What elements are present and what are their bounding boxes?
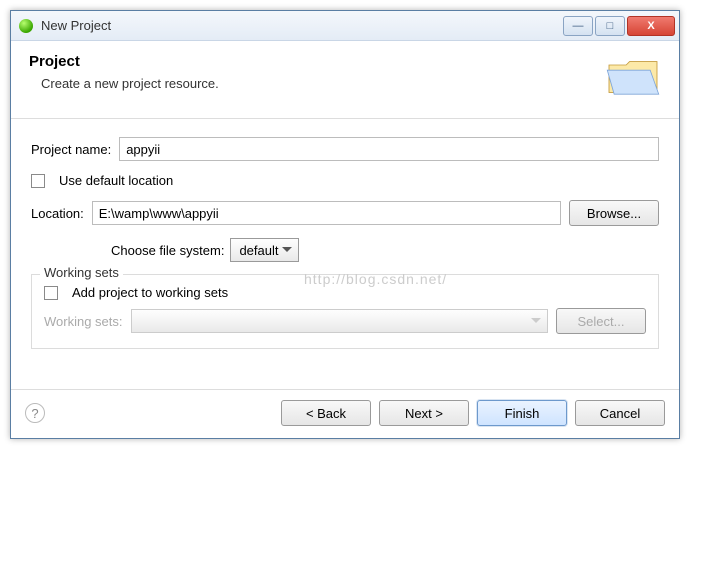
dialog-header: Project Create a new project resource.: [11, 41, 679, 118]
project-name-input[interactable]: [119, 137, 659, 161]
location-label: Location:: [31, 206, 84, 221]
cancel-button[interactable]: Cancel: [575, 400, 665, 426]
working-sets-label: Working sets:: [44, 314, 123, 329]
working-sets-fieldset: http://blog.csdn.net/ Working sets Add p…: [31, 274, 659, 349]
add-to-working-sets-checkbox[interactable]: [44, 286, 58, 300]
back-button[interactable]: < Back: [281, 400, 371, 426]
select-working-sets-button: Select...: [556, 308, 646, 334]
page-title: Project: [29, 53, 593, 70]
minimize-button[interactable]: —: [563, 16, 593, 36]
choose-fs-label: Choose file system:: [111, 243, 224, 258]
dialog-window: New Project — □ X Project Create a new p…: [10, 10, 680, 439]
help-icon[interactable]: ?: [25, 403, 45, 423]
use-default-location-checkbox[interactable]: [31, 174, 45, 188]
page-subtitle: Create a new project resource.: [29, 76, 593, 91]
window-title: New Project: [41, 18, 563, 33]
add-to-working-sets-label: Add project to working sets: [72, 285, 228, 300]
project-name-label: Project name:: [31, 142, 111, 157]
folder-icon: [605, 53, 661, 104]
app-icon: [19, 19, 33, 33]
titlebar[interactable]: New Project — □ X: [11, 11, 679, 41]
dialog-footer: ? < Back Next > Finish Cancel: [11, 389, 679, 438]
finish-button[interactable]: Finish: [477, 400, 567, 426]
browse-button[interactable]: Browse...: [569, 200, 659, 226]
location-input[interactable]: [92, 201, 561, 225]
file-system-value: default: [239, 243, 278, 258]
next-button[interactable]: Next >: [379, 400, 469, 426]
dialog-body: Project name: Use default location Locat…: [11, 119, 679, 389]
working-sets-select: [131, 309, 548, 333]
file-system-select[interactable]: default: [230, 238, 299, 262]
window-controls: — □ X: [563, 16, 675, 36]
working-sets-legend: Working sets: [40, 265, 123, 280]
use-default-location-label: Use default location: [59, 173, 173, 188]
maximize-button[interactable]: □: [595, 16, 625, 36]
close-button[interactable]: X: [627, 16, 675, 36]
